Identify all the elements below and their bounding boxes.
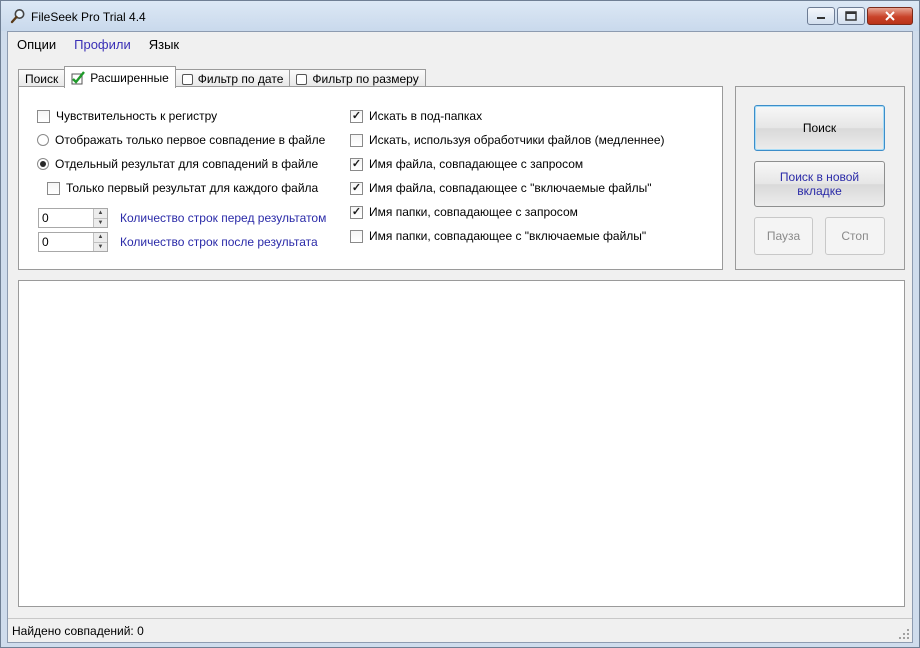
tab-search-label: Поиск (25, 72, 59, 86)
foldername-match-include-option[interactable]: Имя папки, совпадающее с "включаемые фай… (350, 229, 646, 243)
filename-match-query-checkbox[interactable] (350, 157, 363, 171)
tab-date-filter-label: Фильтр по дате (197, 72, 284, 86)
lines-after-label: Количество строк после результата (120, 235, 318, 249)
action-panel: Поиск Поиск в новой вкладке Пауза Стоп (735, 86, 905, 270)
results-list[interactable] (18, 280, 905, 607)
foldername-match-include-checkbox[interactable] (350, 229, 363, 243)
filename-match-query-option[interactable]: Имя файла, совпадающее с запросом (350, 157, 583, 171)
pause-button[interactable]: Пауза (754, 217, 813, 255)
minimize-button[interactable] (807, 7, 835, 25)
first-match-only-option[interactable]: Отображать только первое совпадение в фа… (37, 133, 325, 147)
green-check-icon (71, 70, 86, 84)
first-match-only-radio[interactable] (37, 134, 49, 146)
first-result-each-file-checkbox[interactable] (47, 181, 60, 195)
lines-after-value[interactable]: 0 (39, 235, 49, 249)
status-text: Найдено совпадений: 0 (12, 624, 144, 638)
foldername-match-query-checkbox[interactable] (350, 205, 363, 219)
use-file-handlers-label: Искать, используя обработчики файлов (ме… (369, 133, 665, 147)
tab-advanced[interactable]: Расширенные (64, 66, 176, 88)
foldername-match-query-label: Имя папки, совпадающее с запросом (369, 205, 578, 219)
lines-after-stepper[interactable]: 0 ▲ ▼ (38, 232, 108, 252)
search-button[interactable]: Поиск (754, 105, 885, 151)
spin-up-icon[interactable]: ▲ (93, 233, 107, 243)
lines-before-label: Количество строк перед результатом (120, 211, 327, 225)
first-match-only-label: Отображать только первое совпадение в фа… (55, 133, 326, 147)
filename-match-query-label: Имя файла, совпадающее с запросом (369, 157, 584, 171)
first-result-each-file-option[interactable]: Только первый результат для каждого файл… (47, 181, 318, 195)
lines-before-row: 0 ▲ ▼ Количество строк перед результатом (38, 208, 326, 228)
tab-advanced-label: Расширенные (90, 70, 169, 85)
stop-button[interactable]: Стоп (825, 217, 885, 255)
window-title: FileSeek Pro Trial 4.4 (31, 10, 146, 24)
spin-down-icon[interactable]: ▼ (93, 218, 107, 227)
magnifier-icon (10, 9, 25, 24)
separate-result-option[interactable]: Отдельный результат для совпадений в фай… (37, 157, 318, 171)
search-subfolders-checkbox[interactable] (350, 109, 363, 123)
client-area: Опции Профили Язык Поиск Расширенные Фил… (7, 31, 913, 643)
separate-result-label: Отдельный результат для совпадений в фай… (55, 157, 319, 171)
foldername-match-query-option[interactable]: Имя папки, совпадающее с запросом (350, 205, 578, 219)
checkbox-icon[interactable] (181, 73, 193, 85)
menu-bar: Опции Профили Язык (8, 34, 188, 56)
maximize-button[interactable] (837, 7, 865, 25)
use-file-handlers-option[interactable]: Искать, используя обработчики файлов (ме… (350, 133, 665, 147)
checkbox-icon[interactable] (296, 73, 308, 85)
use-file-handlers-checkbox[interactable] (350, 133, 363, 147)
app-window: FileSeek Pro Trial 4.4 Опции Профили Язы… (0, 0, 920, 648)
case-sensitive-label: Чувствительность к регистру (56, 109, 218, 123)
case-sensitive-checkbox[interactable] (37, 109, 50, 123)
status-bar: Найдено совпадений: 0 (8, 618, 912, 642)
filename-match-include-checkbox[interactable] (350, 181, 363, 195)
close-icon (885, 11, 895, 21)
case-sensitive-option[interactable]: Чувствительность к регистру (37, 109, 217, 123)
search-subfolders-label: Искать в под-папках (369, 109, 483, 123)
tab-strip: Поиск Расширенные Фильтр по дате Фильтр … (18, 66, 426, 88)
resize-grip-icon[interactable] (898, 628, 910, 640)
lines-before-value[interactable]: 0 (39, 211, 49, 225)
separate-result-radio[interactable] (37, 158, 49, 170)
close-button[interactable] (867, 7, 913, 25)
lines-after-row: 0 ▲ ▼ Количество строк после результата (38, 232, 318, 252)
filename-match-include-option[interactable]: Имя файла, совпадающее с "включаемые фай… (350, 181, 651, 195)
foldername-match-include-label: Имя папки, совпадающее с "включаемые фай… (369, 229, 647, 243)
first-result-each-file-label: Только первый результат для каждого файл… (66, 181, 319, 195)
tab-size-filter-label: Фильтр по размеру (312, 72, 419, 86)
search-subfolders-option[interactable]: Искать в под-папках (350, 109, 482, 123)
minimize-icon (817, 17, 825, 19)
lines-before-stepper[interactable]: 0 ▲ ▼ (38, 208, 108, 228)
menu-options[interactable]: Опции (8, 34, 65, 56)
menu-language[interactable]: Язык (140, 34, 188, 56)
filename-match-include-label: Имя файла, совпадающее с "включаемые фай… (369, 181, 652, 195)
menu-profiles[interactable]: Профили (65, 34, 140, 56)
title-bar: FileSeek Pro Trial 4.4 (1, 1, 919, 31)
spin-up-icon[interactable]: ▲ (93, 209, 107, 219)
spin-down-icon[interactable]: ▼ (93, 242, 107, 251)
maximize-icon (845, 11, 857, 21)
search-new-tab-button[interactable]: Поиск в новой вкладке (754, 161, 885, 207)
advanced-options-panel: Чувствительность к регистру Отображать т… (18, 86, 723, 270)
